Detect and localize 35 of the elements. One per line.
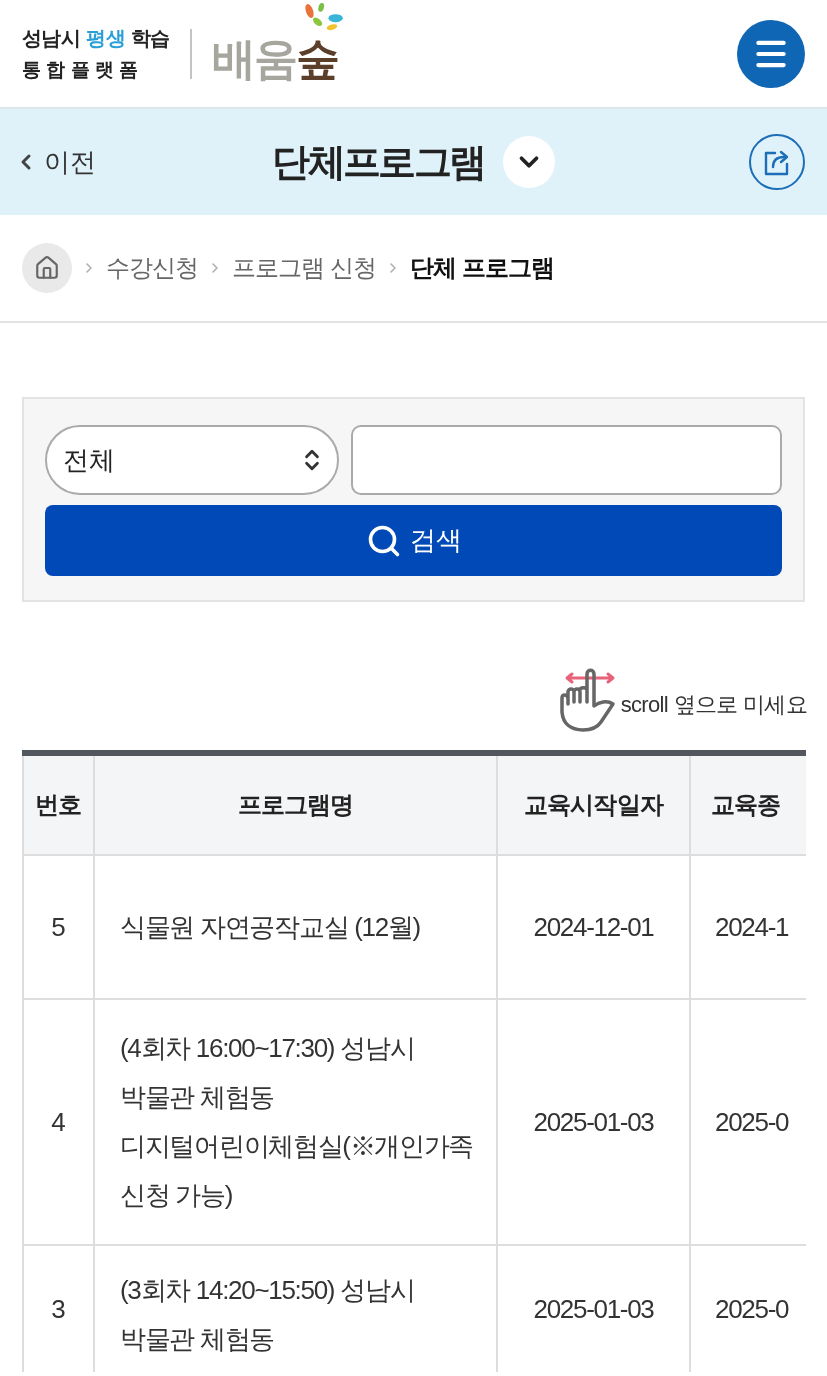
table-cell: 5 [22, 856, 95, 1000]
search-input[interactable] [351, 425, 782, 495]
logo-text: 평생 [86, 25, 125, 50]
column-header: 번호 [22, 756, 95, 856]
table-cell: (3회차 14:20~15:50) 성남시 박물관 체험동 [95, 1246, 498, 1372]
table-cell: 2025-01-03 [498, 1246, 691, 1372]
table-cell: 2024-12-01 [498, 856, 691, 1000]
brand-logo-text: 숲 [296, 33, 339, 84]
logo-text: 통 합 플 랫 폼 [22, 57, 140, 82]
table-cell: 4 [22, 1000, 95, 1246]
column-header: 교육시작일자 [498, 756, 691, 856]
table-cell: 2025-0 [691, 1000, 806, 1246]
dropdown-button[interactable] [502, 136, 555, 188]
table-cell-text: 2025-0 [714, 1292, 790, 1326]
page-title: 단체프로그램 [272, 140, 485, 185]
share-button[interactable] [749, 134, 805, 190]
category-select[interactable]: 전체 [45, 425, 339, 495]
home-button[interactable] [22, 243, 72, 293]
logo-text: 성남시 [22, 25, 81, 50]
brand-logo-text: 배움 [211, 33, 297, 84]
scroll-hint-text: scroll 옆으로 미세요 [620, 691, 807, 719]
back-link[interactable]: 이전 [14, 146, 96, 178]
table-cell: 식물원 자연공작교실 (12월) [95, 856, 498, 1000]
column-header: 교육종 [691, 756, 806, 856]
table-cell: 3 [22, 1246, 95, 1372]
breadcrumb-link[interactable]: 단체 프로그램 [410, 250, 555, 286]
table-cell: 2024-1 [691, 856, 806, 1000]
column-header: 프로그램명 [95, 756, 498, 856]
table-cell: (4회차 16:00~17:30) 성남시 박물관 체험동 디지털어린이체험실(※개인가족 신청 가능) [95, 1000, 498, 1246]
breadcrumb-link[interactable]: 프로그램 신청 [232, 250, 377, 286]
logo-text: 학습 [131, 25, 170, 50]
search-button[interactable]: 검색 [45, 505, 782, 576]
breadcrumb-link[interactable]: 수강신청 [106, 250, 199, 286]
table-cell: 2025-01-03 [498, 1000, 691, 1246]
home-icon [34, 255, 60, 281]
